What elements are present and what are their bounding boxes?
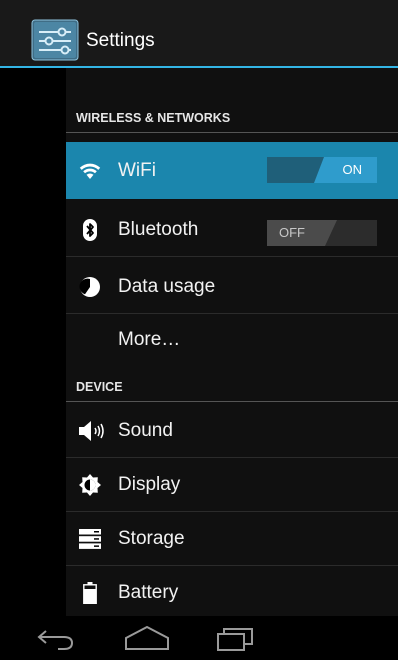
settings-item-label: Sound [118, 420, 173, 441]
settings-item-display[interactable]: Display [66, 458, 398, 512]
bluetooth-icon [78, 218, 102, 242]
action-bar: Settings [0, 0, 398, 67]
section-divider [66, 132, 398, 133]
data-usage-icon [78, 275, 102, 299]
settings-sliders-icon[interactable] [31, 19, 81, 62]
settings-screen: Settings WIRELESS & NETWORKS WiFi ON Blu… [0, 0, 398, 660]
navigation-bar [0, 616, 398, 660]
section-header-label: DEVICE [76, 380, 123, 394]
settings-item-battery[interactable]: Battery [66, 566, 398, 620]
settings-item-label: Data usage [118, 276, 216, 297]
bluetooth-toggle[interactable]: OFF [267, 220, 377, 246]
recent-apps-icon[interactable] [214, 624, 256, 652]
section-header-device: DEVICE [66, 373, 398, 402]
row-divider [66, 256, 398, 257]
section-header-wireless: WIRELESS & NETWORKS [66, 104, 398, 133]
wifi-toggle[interactable]: ON [267, 157, 377, 183]
storage-icon [78, 527, 102, 551]
settings-item-label: Storage [118, 528, 185, 549]
settings-item-label: Bluetooth [118, 219, 199, 240]
page-title: Settings [86, 30, 155, 51]
settings-item-label: WiFi [118, 160, 156, 181]
back-icon[interactable] [34, 624, 78, 652]
settings-item-wifi[interactable]: WiFi ON [66, 142, 398, 199]
home-icon[interactable] [123, 624, 171, 652]
toggle-state-label: OFF [279, 225, 305, 240]
settings-item-storage[interactable]: Storage [66, 512, 398, 566]
sound-icon [78, 419, 108, 443]
settings-item-bluetooth[interactable]: Bluetooth OFF [66, 203, 398, 257]
toggle-track [267, 157, 324, 183]
section-header-label: WIRELESS & NETWORKS [76, 111, 231, 125]
display-icon [78, 473, 102, 497]
settings-item-label: Battery [118, 582, 179, 603]
section-divider [66, 401, 398, 402]
settings-item-data-usage[interactable]: Data usage [66, 260, 398, 314]
wifi-icon [78, 159, 102, 183]
settings-item-label: Display [118, 474, 181, 495]
settings-item-sound[interactable]: Sound [66, 404, 398, 458]
settings-item-more[interactable]: More… [66, 313, 398, 367]
settings-item-label: More… [118, 329, 181, 350]
toggle-state-label: ON [342, 162, 363, 177]
battery-icon [78, 581, 102, 605]
